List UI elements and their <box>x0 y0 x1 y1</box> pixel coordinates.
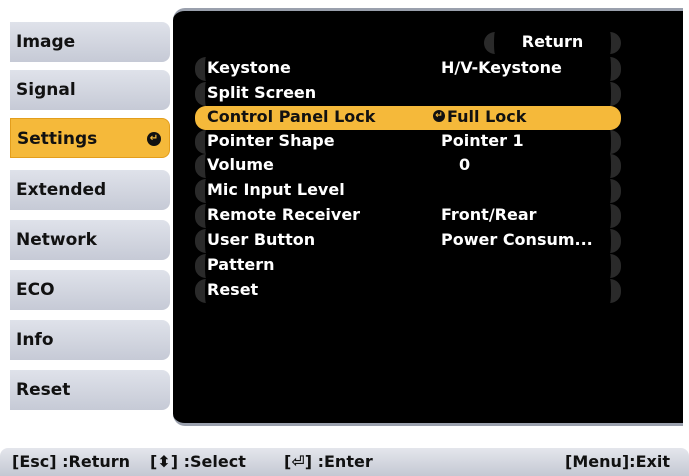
menu-row-remote-receiver[interactable]: Remote Receiver Front/Rear <box>195 204 621 228</box>
sidebar-item-settings[interactable]: Settings ↵ <box>10 118 170 158</box>
menu-row-reset[interactable]: Reset <box>195 279 621 303</box>
sidebar-item-label: ECO <box>16 280 55 300</box>
enter-hint: [⏎] :Enter <box>284 452 373 471</box>
menu-row-label: Volume <box>207 155 274 174</box>
return-button[interactable]: Return <box>484 32 621 54</box>
sidebar-item-label: Settings <box>17 129 98 149</box>
menu-row-label: Reset <box>207 280 259 299</box>
enter-icon: ↵ <box>433 110 445 122</box>
menu-row-value: H/V-Keystone <box>441 58 562 77</box>
sidebar-item-extended[interactable]: Extended <box>10 170 170 210</box>
menu-row-label: Keystone <box>207 58 291 77</box>
sidebar-item-label: Reset <box>16 380 71 400</box>
esc-hint: [Esc] :Return <box>12 452 131 471</box>
menu-row-value: Full Lock <box>447 107 527 126</box>
sidebar-item-image[interactable]: Image <box>10 22 170 62</box>
menu-row-label: User Button <box>207 230 316 249</box>
key-guide-bar: [Esc] :Return [⬍] :Select [⏎] :Enter [Me… <box>0 448 689 476</box>
select-hint: [⬍] :Select <box>150 452 246 471</box>
menu-row-value-wrap: ↵ Full Lock <box>433 106 526 128</box>
menu-row-label: Pattern <box>207 255 275 274</box>
sidebar-item-info[interactable]: Info <box>10 320 170 360</box>
sidebar-item-eco[interactable]: ECO <box>10 270 170 310</box>
menu-row-label: Mic Input Level <box>207 180 345 199</box>
menu-row-value: Power Consum... <box>441 230 593 249</box>
return-label: Return <box>521 32 584 51</box>
enter-icon: ↵ <box>147 132 161 146</box>
menu-row-label: Split Screen <box>207 83 317 102</box>
menu-row-label: Remote Receiver <box>207 205 361 224</box>
menu-exit-hint: [Menu]:Exit <box>565 452 670 471</box>
menu-row-volume[interactable]: Volume 0 <box>195 154 621 178</box>
sidebar-item-reset[interactable]: Reset <box>10 370 170 410</box>
menu-row-value: Front/Rear <box>441 205 537 224</box>
menu-row-label: Pointer Shape <box>207 131 335 150</box>
menu-row-label: Control Panel Lock <box>207 107 376 126</box>
sidebar-item-label: Image <box>16 32 76 52</box>
menu-row-mic-input-level[interactable]: Mic Input Level <box>195 179 621 203</box>
sidebar-item-label: Network <box>16 230 97 250</box>
menu-row-pointer-shape[interactable]: Pointer Shape Pointer 1 <box>195 130 621 154</box>
menu-row-control-panel-lock[interactable]: Control Panel Lock ↵ Full Lock <box>195 106 621 130</box>
menu-row-split-screen[interactable]: Split Screen <box>195 82 621 106</box>
sidebar-item-label: Signal <box>16 80 76 100</box>
menu-row-pattern[interactable]: Pattern <box>195 254 621 278</box>
projector-menu-frame: Image Signal Settings ↵ Extended Network… <box>0 0 689 430</box>
sidebar-item-signal[interactable]: Signal <box>10 70 170 110</box>
menu-row-user-button[interactable]: User Button Power Consum... <box>195 229 621 253</box>
sidebar-item-label: Extended <box>16 180 107 200</box>
menu-row-value: 0 <box>459 155 471 174</box>
sidebar-item-network[interactable]: Network <box>10 220 170 260</box>
sidebar-item-label: Info <box>16 330 54 350</box>
menu-row-keystone[interactable]: Keystone H/V-Keystone <box>195 57 621 81</box>
menu-row-value: Pointer 1 <box>441 131 524 150</box>
